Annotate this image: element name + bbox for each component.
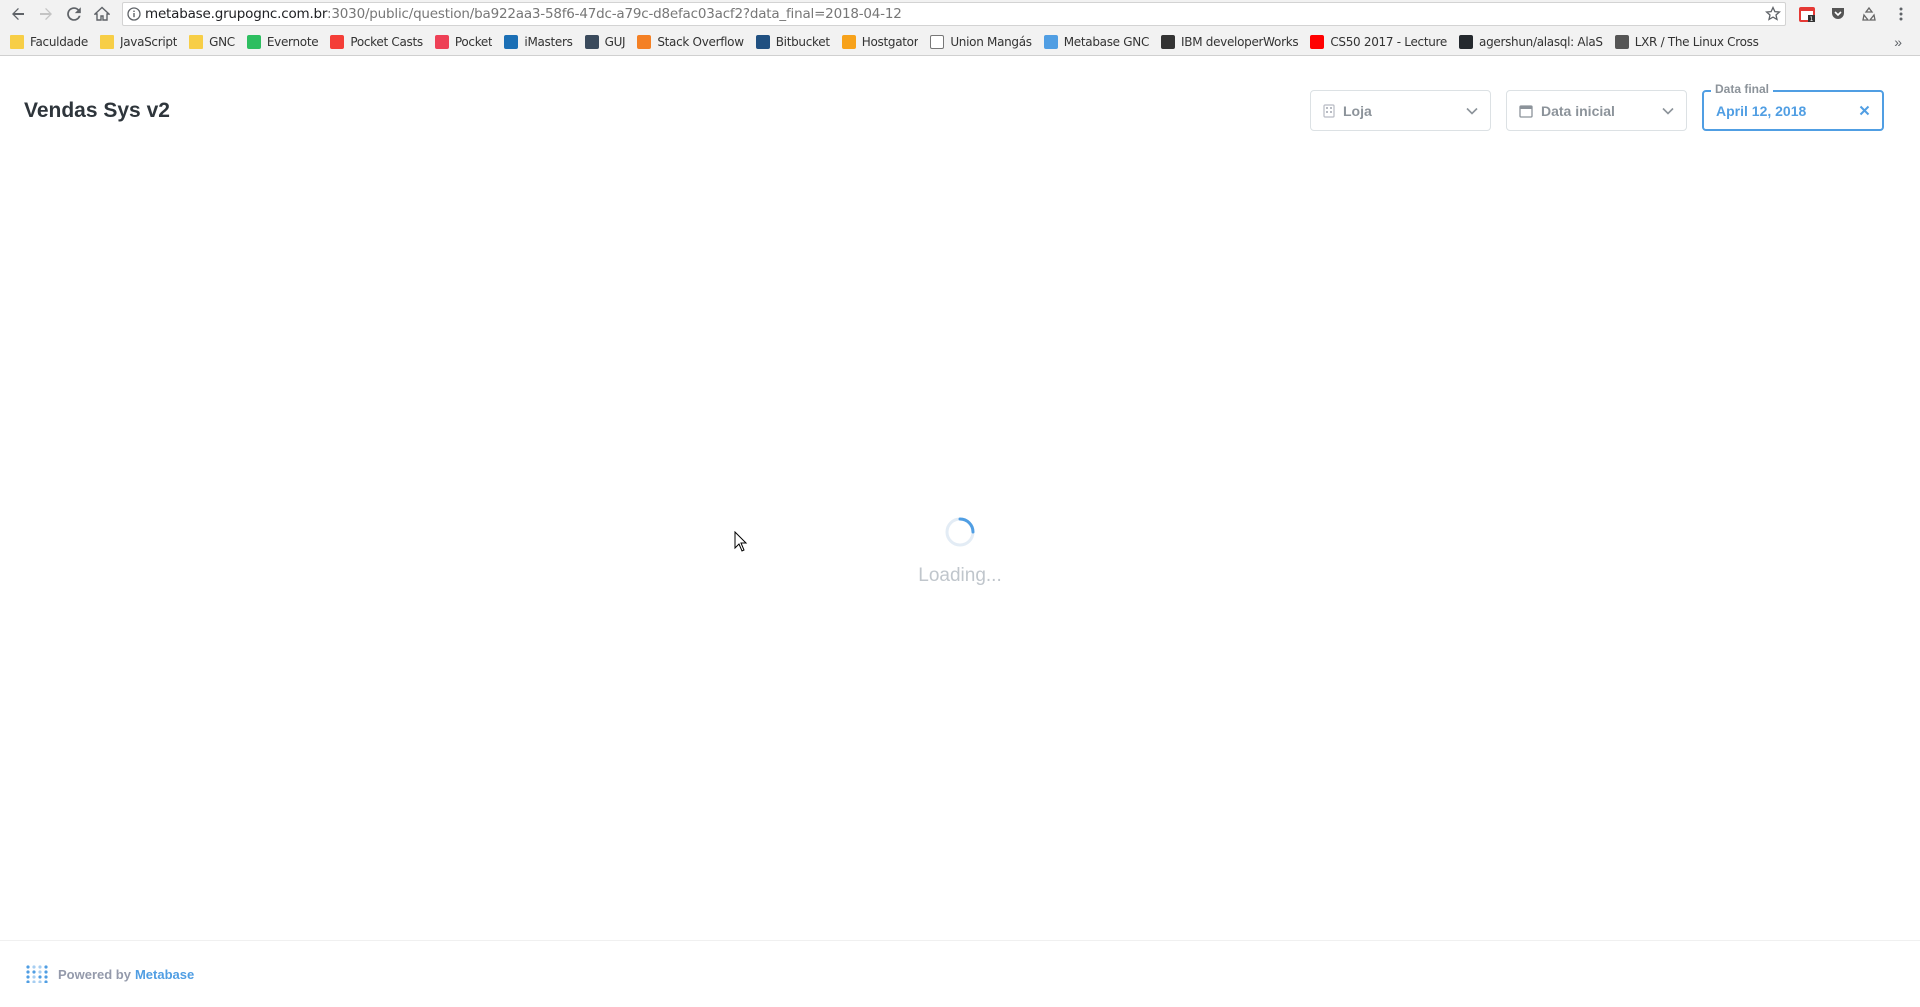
- bookmark-item[interactable]: JavaScript: [99, 34, 178, 49]
- ibm-icon: [1161, 34, 1176, 49]
- metabase-icon: [1043, 34, 1058, 49]
- loading-spinner-icon: [945, 517, 975, 547]
- bookmarks-overflow-icon[interactable]: »: [1894, 34, 1902, 50]
- folder-icon: [10, 34, 24, 49]
- pocket-icon: [434, 34, 449, 49]
- bookmark-item[interactable]: agershun/alasql: AlaS: [1459, 34, 1603, 49]
- bookmark-label: Faculdade: [30, 34, 88, 49]
- page-title: Vendas Sys v2: [24, 99, 170, 122]
- store-icon: [1323, 103, 1335, 118]
- bookmark-item[interactable]: Pocket: [434, 34, 493, 49]
- bookmark-label: Stack Overflow: [657, 34, 744, 49]
- extension-recycle-icon[interactable]: [1858, 3, 1880, 25]
- chevron-down-icon: [1662, 107, 1674, 115]
- bookmarks-bar: Faculdade JavaScript GNC Evernote Pocket Cas…: [0, 28, 1920, 56]
- bookmark-label: Evernote: [266, 34, 319, 49]
- data-final-legend: Data final: [1711, 82, 1774, 96]
- browser-toolbar: metabase.grupognc.com.br:3030/public/que…: [0, 0, 1920, 28]
- bookmark-item[interactable]: Evernote: [246, 34, 319, 49]
- browser-menu-icon[interactable]: [1890, 3, 1912, 25]
- bookmark-label: LXR / The Linux Cross: [1634, 34, 1759, 49]
- bookmark-item[interactable]: Metabase GNC: [1043, 34, 1150, 49]
- data-inicial-filter[interactable]: Data inicial: [1506, 90, 1687, 131]
- bookmark-label: Union Mangás: [950, 34, 1032, 49]
- evernote-icon: [246, 34, 261, 49]
- bookmark-label: Pocket: [454, 34, 493, 49]
- bookmark-item[interactable]: Pocket Casts: [330, 34, 423, 49]
- calendar-icon: [1519, 104, 1533, 118]
- page-icon: [930, 34, 945, 49]
- powered-by-text: Powered by: [58, 966, 131, 982]
- bookmark-label: Pocket Casts: [350, 34, 423, 49]
- bookmark-item[interactable]: CS50 2017 - Lecture: [1310, 34, 1448, 49]
- bookmark-label: GUJ: [604, 34, 626, 49]
- bookmark-item[interactable]: IBM developerWorks: [1161, 34, 1299, 49]
- svg-text:1: 1: [1810, 16, 1814, 23]
- mouse-cursor-icon: [734, 531, 748, 552]
- data-final-filter[interactable]: April 12, 2018: [1702, 90, 1884, 131]
- bitbucket-icon: [755, 34, 770, 49]
- metabase-link[interactable]: Metabase: [135, 967, 194, 982]
- loja-filter[interactable]: Loja: [1310, 90, 1491, 131]
- bookmark-label: Metabase GNC: [1063, 34, 1150, 49]
- bookmark-item[interactable]: Faculdade: [10, 34, 88, 49]
- forward-button[interactable]: [32, 0, 60, 28]
- extension-pocket-icon[interactable]: [1827, 3, 1849, 25]
- bookmark-star-icon[interactable]: [1765, 5, 1781, 27]
- bookmark-item[interactable]: Union Mangás: [930, 34, 1032, 49]
- pocket-casts-icon: [330, 34, 345, 49]
- bookmark-label: agershun/alasql: AlaS: [1479, 34, 1603, 49]
- bookmark-item[interactable]: GNC: [189, 34, 235, 49]
- address-bar[interactable]: metabase.grupognc.com.br:3030/public/que…: [122, 2, 1786, 26]
- bookmark-item[interactable]: Hostgator: [841, 34, 919, 49]
- reload-icon: [67, 7, 81, 21]
- folder-icon: [189, 34, 204, 49]
- github-icon: [1459, 34, 1474, 49]
- folder-icon: [99, 34, 114, 49]
- url-text: metabase.grupognc.com.br:3030/public/que…: [145, 6, 902, 22]
- data-final-value: April 12, 2018: [1716, 102, 1807, 119]
- loja-filter-label: Loja: [1343, 102, 1372, 119]
- loading-text: Loading...: [918, 565, 1002, 586]
- back-button[interactable]: [4, 0, 32, 28]
- home-button[interactable]: [88, 0, 116, 28]
- bookmark-item[interactable]: Stack Overflow: [637, 34, 744, 49]
- arrow-right-icon: [40, 8, 52, 20]
- close-icon: [1859, 105, 1870, 116]
- chevron-down-icon: [1466, 107, 1478, 115]
- bookmark-label: JavaScript: [119, 34, 178, 49]
- hostgator-icon: [841, 34, 856, 49]
- youtube-icon: [1310, 34, 1325, 49]
- bookmark-item[interactable]: Bitbucket: [755, 34, 830, 49]
- bookmark-label: GNC: [209, 34, 235, 49]
- metabase-logo-icon[interactable]: [26, 965, 48, 983]
- reload-button[interactable]: [60, 0, 88, 28]
- bookmark-item[interactable]: iMasters: [504, 34, 573, 49]
- stack-overflow-icon: [637, 34, 652, 49]
- bookmark-item[interactable]: LXR / The Linux Cross: [1614, 34, 1759, 49]
- bookmark-label: iMasters: [524, 34, 573, 49]
- clear-filter-button[interactable]: [1859, 105, 1870, 116]
- url-path: :3030/public/question/ba922aa3-58f6-47dc…: [327, 6, 902, 22]
- arrow-left-icon: [12, 8, 24, 20]
- url-host: metabase.grupognc.com.br: [145, 6, 328, 22]
- extension-calendar-icon[interactable]: 1: [1796, 3, 1818, 25]
- bookmark-item[interactable]: GUJ: [584, 34, 626, 49]
- lxr-icon: [1614, 34, 1629, 49]
- bookmark-label: CS50 2017 - Lecture: [1330, 34, 1448, 49]
- bookmark-label: IBM developerWorks: [1181, 34, 1299, 49]
- imasters-icon: [504, 34, 519, 49]
- info-icon[interactable]: [123, 7, 145, 21]
- footer: Powered by Metabase: [0, 940, 1920, 1007]
- guj-icon: [584, 34, 599, 49]
- bookmark-label: Bitbucket: [775, 34, 830, 49]
- home-icon: [94, 6, 110, 21]
- data-inicial-filter-label: Data inicial: [1541, 102, 1615, 119]
- bookmark-label: Hostgator: [861, 34, 919, 49]
